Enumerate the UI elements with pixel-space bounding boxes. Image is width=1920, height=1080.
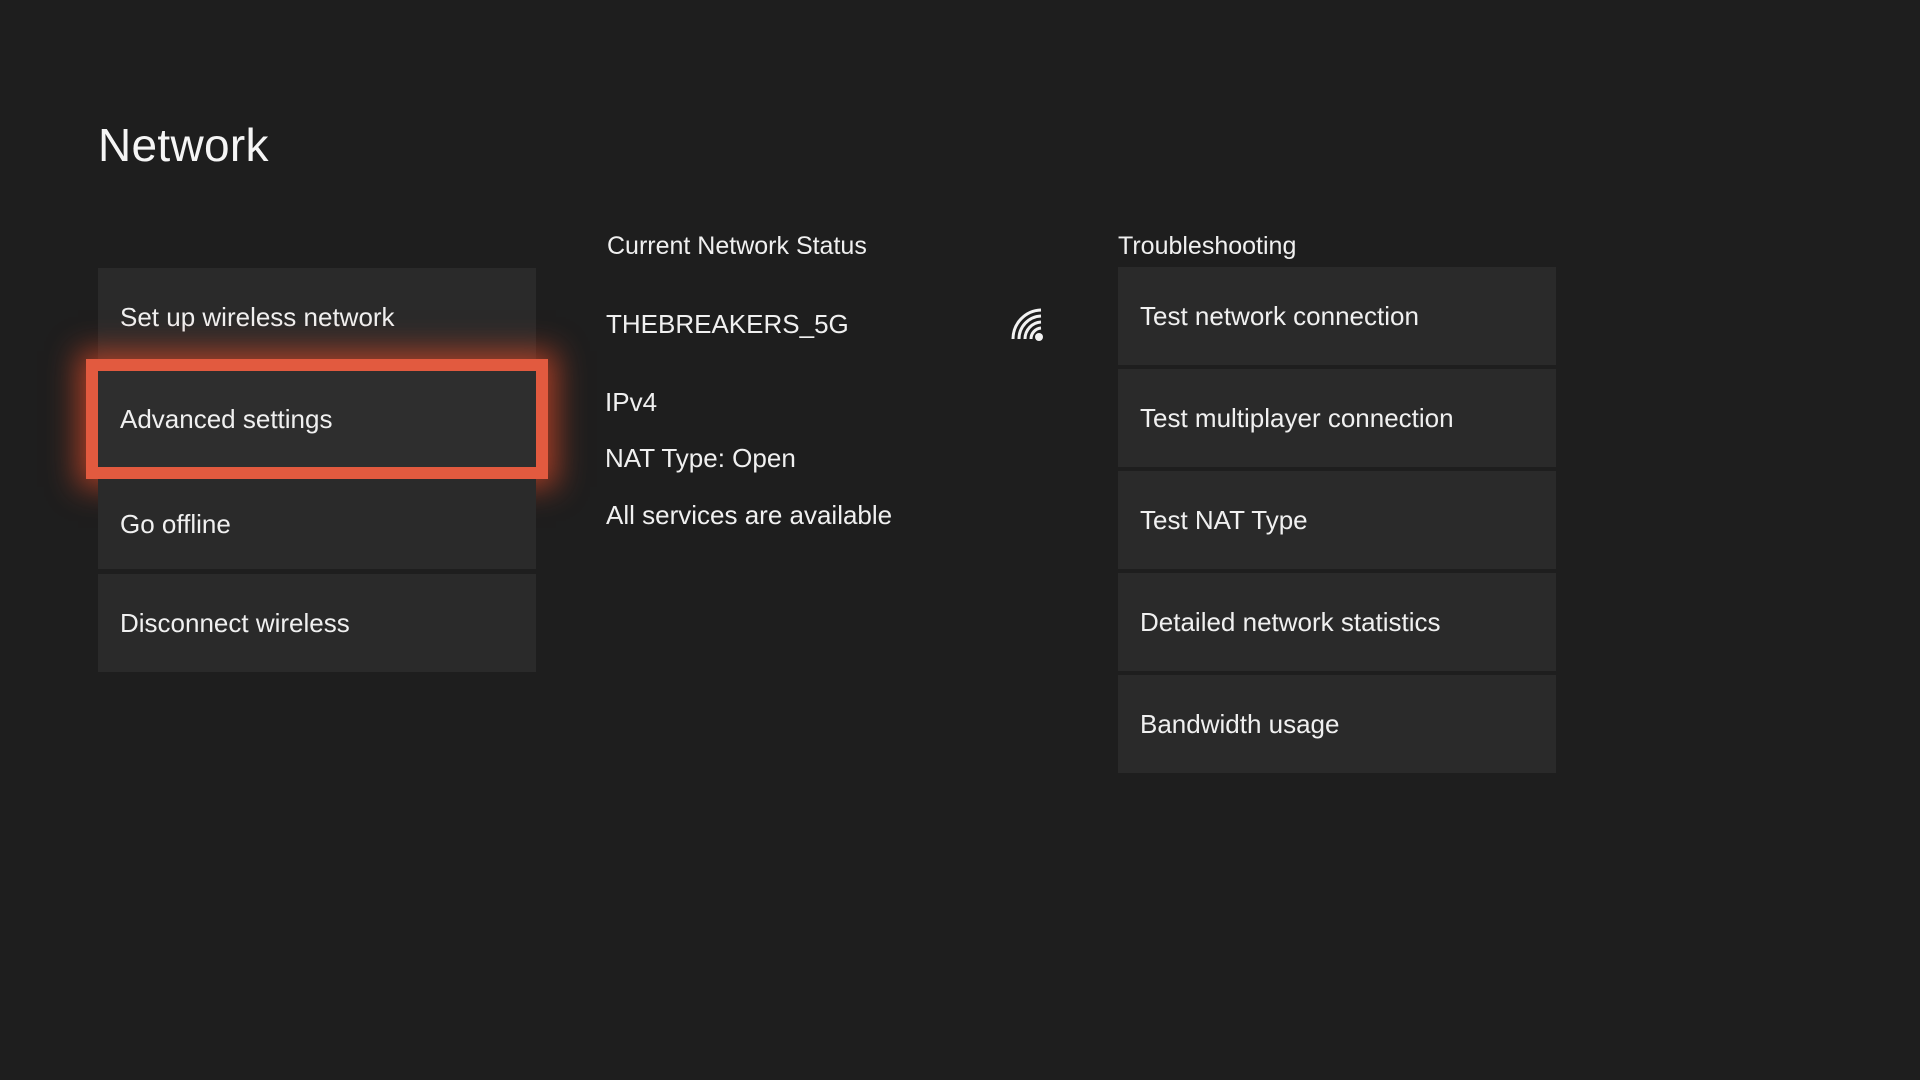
menu-item-advanced-settings[interactable]: Advanced settings xyxy=(98,371,536,467)
page-title: Network xyxy=(98,119,269,171)
menu-item-label: Set up wireless network xyxy=(120,301,395,332)
test-nat-type-button[interactable]: Test NAT Type xyxy=(1118,471,1556,569)
tile-label: Detailed network statistics xyxy=(1140,606,1441,637)
ip-version: IPv4 xyxy=(605,387,658,417)
wifi-signal-icon xyxy=(1011,308,1043,341)
bandwidth-usage-button[interactable]: Bandwidth usage xyxy=(1118,675,1556,773)
services-status: All services are available xyxy=(606,500,893,530)
tile-label: Test multiplayer connection xyxy=(1140,402,1454,433)
tile-label: Test NAT Type xyxy=(1140,504,1308,535)
nat-type: NAT Type: Open xyxy=(605,443,796,473)
test-multiplayer-connection-button[interactable]: Test multiplayer connection xyxy=(1118,369,1556,467)
menu-item-label: Disconnect wireless xyxy=(120,607,350,638)
menu-item-disconnect-wireless[interactable]: Disconnect wireless xyxy=(98,574,536,672)
detailed-network-statistics-button[interactable]: Detailed network statistics xyxy=(1118,573,1556,671)
test-network-connection-button[interactable]: Test network connection xyxy=(1118,267,1556,365)
status-heading: Current Network Status xyxy=(607,232,867,260)
menu-item-setup-wireless[interactable]: Set up wireless network xyxy=(98,268,536,366)
tile-label: Bandwidth usage xyxy=(1140,708,1340,739)
network-name: THEBREAKERS_5G xyxy=(606,309,849,339)
troubleshooting-heading: Troubleshooting xyxy=(1118,232,1297,260)
menu-item-label: Go offline xyxy=(120,508,231,539)
menu-item-label: Advanced settings xyxy=(120,403,333,434)
menu-item-go-offline[interactable]: Go offline xyxy=(98,479,536,569)
tile-label: Test network connection xyxy=(1140,300,1419,331)
